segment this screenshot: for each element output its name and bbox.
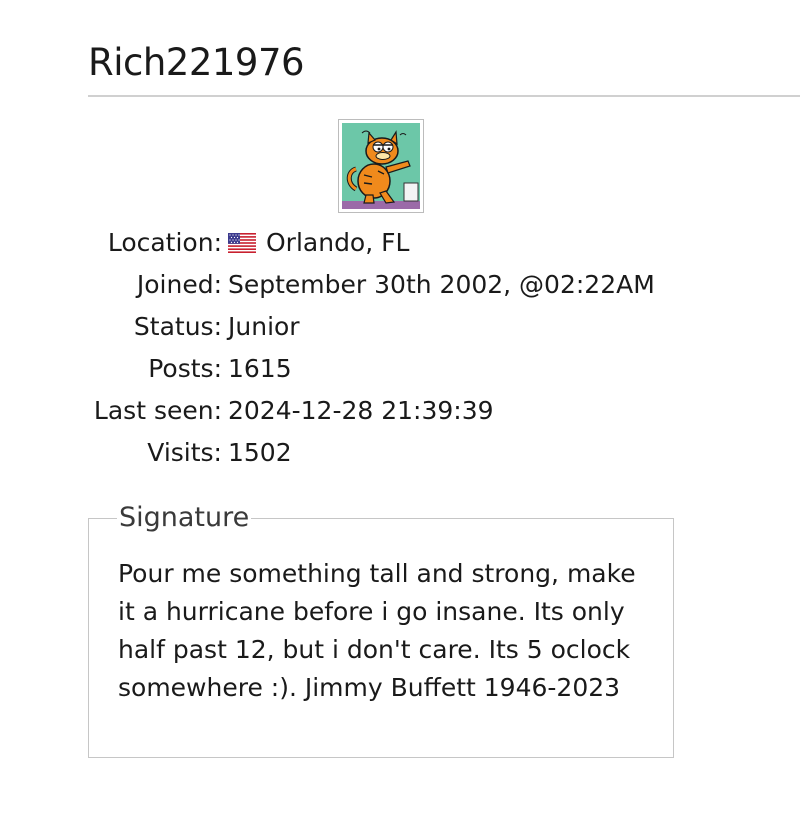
page-title: Rich221976 — [88, 41, 305, 84]
visits-value: 1502 — [228, 438, 292, 467]
status-row: Status: Junior — [80, 306, 655, 348]
location-row: Location: Orlando, FL — [80, 222, 655, 264]
location-label: Location: — [107, 228, 222, 257]
garfield-avatar-icon — [342, 123, 420, 209]
signature-legend: Signature — [117, 502, 252, 534]
status-label: Status: — [133, 312, 222, 341]
visits-label: Visits: — [147, 438, 222, 467]
visits-row: Visits: 1502 — [80, 432, 655, 474]
status-value: Junior — [228, 312, 300, 341]
signature-text: Pour me something tall and strong, make … — [118, 559, 636, 702]
avatar — [338, 119, 424, 213]
joined-row: Joined: September 30th 2002, @02:22AM — [80, 264, 655, 306]
us-flag-icon — [228, 233, 256, 253]
posts-value: 1615 — [228, 354, 292, 383]
signature-box: Signature Pour me something tall and str… — [88, 502, 674, 758]
last-seen-row: Last seen: 2024-12-28 21:39:39 — [80, 390, 655, 432]
last-seen-label: Last seen: — [93, 396, 222, 425]
location-value: Orlando, FL — [228, 222, 409, 264]
joined-value: September 30th 2002, @02:22AM — [228, 270, 655, 299]
title-divider — [88, 95, 800, 97]
profile-info-table: Location: Orlando, FL Joined: September … — [80, 222, 655, 474]
posts-row: Posts: 1615 — [80, 348, 655, 390]
posts-label: Posts: — [148, 354, 222, 383]
joined-label: Joined: — [136, 270, 222, 299]
last-seen-value: 2024-12-28 21:39:39 — [228, 396, 494, 425]
location-text: Orlando, FL — [266, 228, 410, 257]
